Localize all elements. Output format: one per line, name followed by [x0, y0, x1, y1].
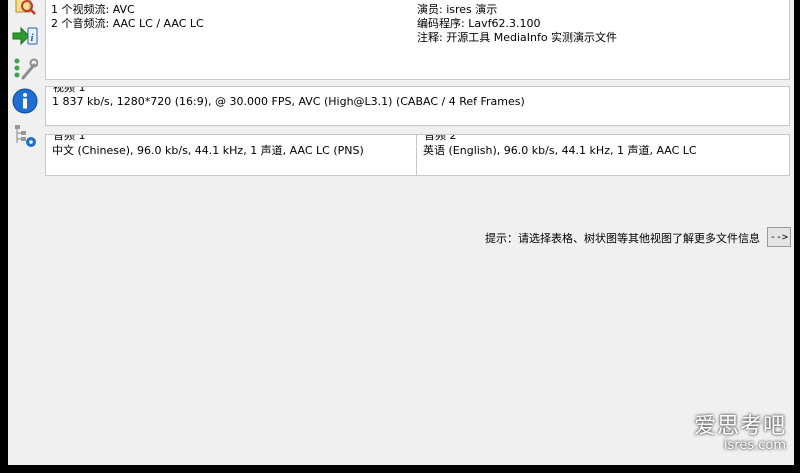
audio-2-details: 英语 (English), 96.0 kb/s, 44.1 kHz, 1 声道,… [423, 144, 697, 157]
easy-view: 1 个视频流: AVC 2 个音频流: AAC LC / AAC LC 演员: … [44, 0, 794, 465]
audio-panel-2: 音频 2 英语 (English), 96.0 kb/s, 44.1 kHz, … [416, 134, 790, 176]
video-details: 1 837 kb/s, 1280*720 (16:9), @ 30.000 FP… [52, 95, 525, 108]
audio-2-title: 音频 2 [423, 135, 458, 142]
general-performer: 演员: isres 演示 [417, 3, 498, 16]
open-file-button[interactable] [10, 0, 40, 18]
export-button[interactable]: i [10, 22, 40, 50]
general-comment: 注释: 开源工具 MediaInfo 实测演示文件 [417, 31, 618, 44]
watermark-url: isres.com [723, 438, 786, 453]
audio-1-details: 中文 (Chinese), 96.0 kb/s, 44.1 kHz, 1 声道,… [52, 144, 364, 157]
preferences-button[interactable] [10, 55, 40, 83]
general-panel: 1 个视频流: AVC 2 个音频流: AAC LC / AAC LC 演员: … [45, 0, 790, 80]
mediainfo-window: i 1 个视频流: AVC 2 个音频流: AAC LC / AAC LC 演员… [8, 0, 794, 465]
left-toolbar: i [8, 0, 44, 465]
more-views-button[interactable]: --> [767, 227, 791, 247]
video-panel: 视频 1 1 837 kb/s, 1280*720 (16:9), @ 30.0… [45, 86, 790, 126]
tree-settings-icon [15, 125, 36, 147]
watermark: 爱思考吧 isres.com [694, 415, 786, 453]
general-encoder: 编码程序: Lavf62.3.100 [417, 17, 541, 30]
wrench-icon [14, 58, 38, 80]
general-audio-count: 2 个音频流: AAC LC / AAC LC [51, 17, 204, 30]
open-file-icon [15, 0, 36, 15]
about-button[interactable] [10, 87, 40, 115]
hint-text: 提示：请选择表格、树状图等其他视图了解更多文件信息 [485, 232, 760, 245]
audio-panel-1: 音频 1 中文 (Chinese), 96.0 kb/s, 44.1 kHz, … [45, 134, 417, 176]
video-title: 视频 1 [52, 87, 87, 94]
info-icon [12, 88, 38, 114]
export-info-icon: i [12, 26, 38, 46]
audio-1-title: 音频 1 [52, 135, 87, 142]
knowledge-button[interactable] [10, 122, 40, 150]
general-video-count: 1 个视频流: AVC [51, 3, 135, 16]
watermark-title: 爱思考吧 [693, 414, 786, 439]
